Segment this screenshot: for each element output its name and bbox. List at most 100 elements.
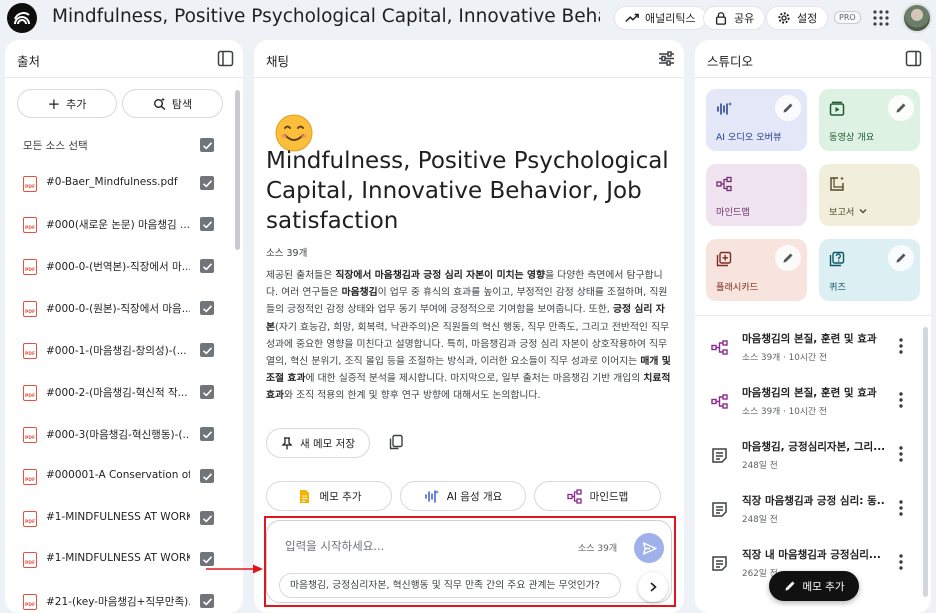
mindmap-label: 마인드맵: [716, 207, 750, 218]
pdf-file-icon: PDF: [23, 552, 37, 568]
settings-button[interactable]: 설정: [766, 6, 829, 30]
mindmap-card[interactable]: 마인드맵: [706, 164, 807, 226]
apps-grid-icon[interactable]: [872, 9, 890, 27]
search-sparkle-icon: [153, 97, 166, 110]
edit-video-button[interactable]: [888, 95, 914, 121]
mindmap-action-label: 마인드맵: [589, 490, 629, 503]
source-item[interactable]: PDF #000-2-(마음챙김-혁신적 작...: [23, 382, 235, 402]
tune-settings-icon[interactable]: [658, 50, 675, 67]
share-button[interactable]: 공유: [703, 6, 766, 30]
source-item[interactable]: PDF #1-MINDFULNESS AT WORK...: [23, 508, 235, 528]
collapse-studio-icon[interactable]: [905, 50, 922, 67]
source-checkbox[interactable]: [200, 594, 214, 608]
note-title: 마음챙김의 본질, 훈련 및 효과: [742, 333, 877, 345]
note-icon: [712, 448, 727, 463]
share-label: 공유: [734, 12, 755, 25]
report-card[interactable]: 보고서: [819, 164, 920, 226]
audio-overview-card[interactable]: AI 오디오 오버뷰: [706, 89, 807, 151]
pdf-file-icon: PDF: [23, 217, 37, 233]
edit-audio-button[interactable]: [775, 95, 801, 121]
more-vert-icon[interactable]: [895, 553, 907, 571]
source-checkbox[interactable]: [200, 176, 214, 190]
gear-icon: [778, 12, 790, 24]
source-checkbox[interactable]: [200, 469, 214, 483]
explore-button[interactable]: 탐색: [122, 89, 223, 118]
pdf-file-icon: PDF: [23, 594, 37, 610]
notebook-heading: Mindfulness, Positive Psychological Capi…: [266, 148, 669, 234]
source-item[interactable]: PDF #000-1-(마음챙김-창의성)-(...: [23, 340, 235, 360]
saved-note-item[interactable]: 마음챙김, 긍정심리자본, 그리... 248일 전: [705, 437, 915, 483]
source-checkbox[interactable]: [200, 301, 214, 315]
more-vert-icon[interactable]: [895, 337, 907, 355]
save-note-button[interactable]: 새 메모 저장: [266, 428, 370, 458]
saved-note-item[interactable]: 직장 마음챙김과 긍정 심리: 동... 248일 전: [705, 491, 915, 537]
source-checkbox[interactable]: [200, 427, 214, 441]
source-item[interactable]: PDF #000-0-(원본)-직장에서 마음...: [23, 298, 235, 318]
pencil-icon: [896, 103, 906, 113]
explore-label: 탐색: [171, 97, 193, 111]
source-item[interactable]: PDF #0-Baer_Mindfulness.pdf: [23, 173, 235, 193]
source-name: #000-0-(번역본)-직장에서 마...: [46, 261, 190, 273]
mindmap-action[interactable]: 마인드맵: [534, 481, 661, 511]
pdf-file-icon: PDF: [23, 301, 37, 317]
studio-header: 스튜디오: [695, 40, 931, 78]
notebooklm-logo-icon[interactable]: [7, 3, 37, 33]
audio-overview-label: AI 오디오 오버뷰: [716, 132, 782, 143]
add-note-fab-label: 메모 추가: [802, 580, 845, 593]
mindmap-icon: [711, 340, 728, 355]
note-meta: 소스 39개 · 10시간 전: [742, 353, 827, 363]
user-avatar[interactable]: [902, 3, 932, 33]
more-vert-icon[interactable]: [895, 445, 907, 463]
add-source-label: 추가: [66, 97, 87, 111]
sources-title: 출처: [17, 54, 41, 69]
copy-icon[interactable]: [388, 434, 404, 450]
edit-quiz-button[interactable]: [888, 245, 914, 271]
pin-icon: [281, 436, 293, 449]
collapse-panel-icon[interactable]: [217, 50, 234, 67]
source-name: #1-MINDFULNESS AT WORK...: [46, 511, 190, 523]
studio-scrollbar[interactable]: [923, 327, 928, 597]
source-checkbox[interactable]: [200, 217, 214, 231]
source-item[interactable]: PDF #000(새로운 논문) 마음챙김 ...: [23, 214, 235, 234]
source-checkbox[interactable]: [200, 511, 214, 525]
notebook-summary: 제공된 출처들은 직장에서 마음챙김과 긍정 심리 자본이 미치는 영향을 다양…: [266, 267, 672, 405]
note-title: 마음챙김의 본질, 훈련 및 효과: [742, 387, 877, 399]
quiz-card[interactable]: 퀴즈: [819, 239, 920, 301]
edit-flashcard-button[interactable]: [775, 245, 801, 271]
source-item[interactable]: PDF #000-3(마음챙김-혁신행동)-(...: [23, 424, 235, 444]
source-item[interactable]: PDF #1-MINDFULNESS AT WORK...: [23, 549, 235, 569]
more-vert-icon[interactable]: [895, 391, 907, 409]
analytics-button[interactable]: 애널리틱스: [614, 6, 707, 30]
notebook-title[interactable]: Mindfulness, Positive Psychological Capi…: [52, 5, 600, 29]
flashcard-card[interactable]: 플래시카드: [706, 239, 807, 301]
source-item[interactable]: PDF #000001-A Conservation of...: [23, 466, 235, 486]
source-name: #000-2-(마음챙김-혁신적 작...: [46, 387, 188, 399]
note-icon: [712, 556, 727, 571]
add-note-action-label: 메모 추가: [319, 490, 362, 503]
source-checkbox[interactable]: [200, 259, 214, 273]
report-label: 보고서: [829, 207, 855, 218]
add-note-fab[interactable]: 메모 추가: [769, 571, 859, 601]
annotation-arrow-icon: [206, 564, 263, 574]
video-overview-card[interactable]: 동영상 개요: [819, 89, 920, 151]
chevron-down-icon[interactable]: [858, 206, 868, 216]
quiz-label: 퀴즈: [829, 282, 846, 293]
report-label-wrap: 보고서: [829, 204, 868, 218]
note-icon: [712, 502, 727, 517]
note-title: 직장 마음챙김과 긍정 심리: 동...: [742, 495, 884, 507]
pdf-file-icon: PDF: [23, 176, 37, 192]
saved-note-item[interactable]: 마음챙김의 본질, 훈련 및 효과소스 39개 · 10시간 전: [705, 329, 915, 375]
saved-note-item[interactable]: 마음챙김의 본질, 훈련 및 효과 소스 39개 · 10시간 전: [705, 383, 915, 429]
summary-text: 제공된 출처들은: [266, 270, 336, 281]
add-source-button[interactable]: + 추가: [17, 89, 117, 118]
more-vert-icon[interactable]: [895, 499, 907, 517]
source-checkbox[interactable]: [200, 385, 214, 399]
chat-header: 채팅: [254, 40, 684, 78]
add-note-action[interactable]: 메모 추가: [266, 481, 392, 511]
audio-overview-action[interactable]: AI 음성 개요: [400, 481, 526, 511]
sources-scrollbar[interactable]: [235, 90, 240, 250]
source-item[interactable]: PDF #21-(key-마음챙김+직무만족)...: [23, 591, 235, 611]
source-checkbox[interactable]: [200, 343, 214, 357]
source-item[interactable]: PDF #000-0-(번역본)-직장에서 마...: [23, 256, 235, 276]
select-all-checkbox[interactable]: [200, 138, 214, 152]
